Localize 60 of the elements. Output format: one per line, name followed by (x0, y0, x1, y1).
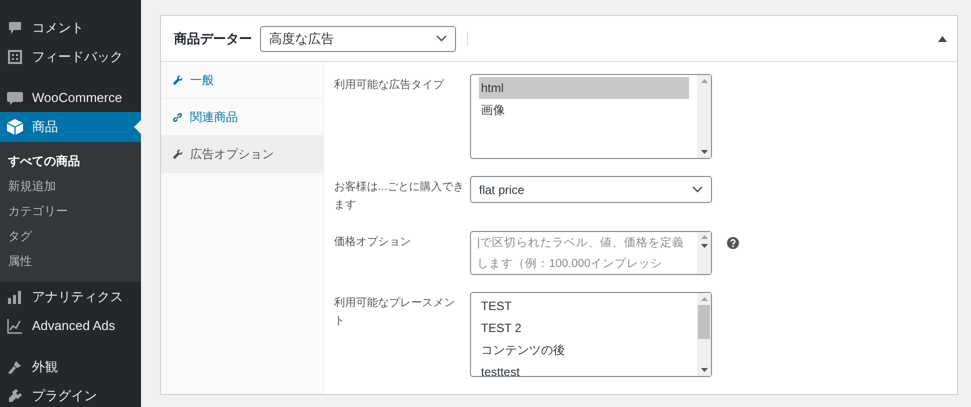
wrench-icon (172, 74, 183, 86)
scrollbar[interactable] (697, 75, 711, 158)
field-label: 価格オプション (334, 234, 412, 250)
menu-item[interactable]: アナリティクス (0, 282, 141, 311)
menu-label[interactable]: プラグイン (32, 386, 97, 404)
chevron-down-icon (692, 186, 703, 193)
line-chart-icon (7, 318, 23, 334)
submenu-item[interactable]: 新規追加 (0, 174, 141, 199)
bar-chart-icon (7, 288, 23, 304)
list-option[interactable]: html (479, 77, 689, 99)
submenu-item[interactable]: 属性 (0, 249, 141, 274)
store-badge-icon (6, 90, 24, 106)
multi-select-list[interactable]: html 画像 (470, 74, 712, 159)
scroll-down-icon[interactable] (700, 244, 708, 248)
menu-label[interactable]: アナリティクス (32, 288, 123, 306)
dropdown-select[interactable]: flat price (470, 176, 712, 203)
menu-label[interactable]: WooCommerce (32, 90, 122, 105)
scrollbar[interactable] (697, 232, 711, 274)
grid-icon (7, 48, 23, 64)
menu-item[interactable]: WooCommerce (0, 71, 141, 112)
scrollbar[interactable] (697, 293, 711, 376)
panel-tab[interactable]: 一般 (161, 62, 323, 99)
submenu-item[interactable]: タグ (0, 224, 141, 249)
link-icon (172, 112, 183, 122)
menu-item[interactable]: プラグイン (0, 381, 141, 407)
list-option[interactable]: TEST (479, 295, 697, 317)
menu-label[interactable]: Advanced Ads (32, 318, 116, 333)
panel-tab[interactable]: 広告オプション (161, 136, 323, 173)
help-icon[interactable] (727, 237, 739, 249)
menu-label[interactable]: フィードバック (32, 48, 123, 66)
menu-item[interactable]: 外観 (0, 340, 141, 381)
price-options-textarea[interactable]: |で区切られたラベル、値、価格を定義します（例：100.000インプレッシ (470, 231, 712, 275)
submenu-item[interactable]: カテゴリー (0, 199, 141, 224)
plug-icon (7, 388, 23, 404)
menu-label[interactable]: 外観 (32, 358, 58, 376)
menu-label[interactable]: 商品 (32, 118, 58, 136)
field-label: 利用可能なプレースメント (334, 296, 456, 329)
menu-item[interactable]: 商品 (0, 112, 141, 142)
wrench-icon (172, 148, 183, 160)
chevron-down-icon (436, 35, 447, 42)
multi-select-list[interactable]: TEST TEST 2 コンテンツの後 testtest (470, 292, 712, 377)
list-option[interactable]: TEST 2 (479, 317, 697, 339)
list-option[interactable]: コンテンツの後 (479, 339, 697, 361)
field-label: お客様は...ごとに購入できます (334, 180, 465, 213)
brush-icon (7, 358, 23, 374)
collapse-toggle-icon[interactable] (938, 36, 947, 42)
scroll-down-icon[interactable] (700, 150, 708, 154)
menu-item[interactable]: コメント (0, 13, 141, 42)
menu-item[interactable]: Advanced Ads (0, 311, 141, 340)
list-option[interactable]: 画像 (479, 99, 697, 121)
scroll-down-icon[interactable] (700, 368, 708, 372)
menu-label[interactable]: コメント (32, 18, 84, 36)
box-icon (6, 118, 24, 136)
list-option[interactable]: testtest (479, 361, 697, 376)
product-type-select[interactable]: 高度な広告 (260, 26, 456, 52)
menu-item[interactable]: フィードバック (0, 42, 141, 71)
panel-title: 商品データー (174, 30, 252, 48)
speech-bubble-icon (7, 20, 23, 36)
submenu-item[interactable]: すべての商品 (0, 149, 141, 174)
field-label: 利用可能な広告タイプ (334, 78, 446, 93)
